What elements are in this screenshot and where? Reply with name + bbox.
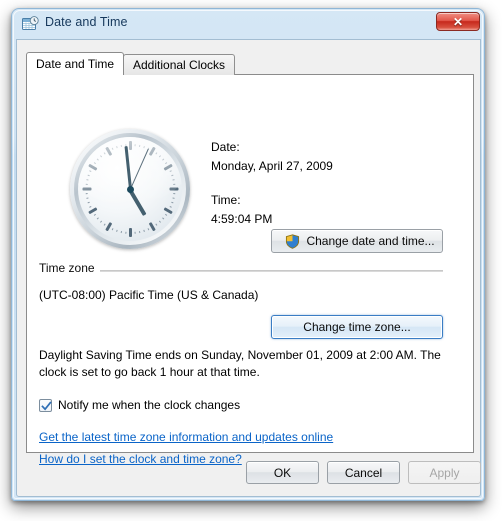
clock-minute-tick <box>99 220 102 223</box>
tab-panel-date-and-time: Date: Monday, April 27, 2009 Time: 4:59:… <box>26 74 474 466</box>
analog-clock <box>70 129 190 249</box>
clock-minute-tick <box>111 228 113 231</box>
daylight-saving-text: Daylight Saving Time ends on Sunday, Nov… <box>39 348 441 379</box>
tab-additional-clocks[interactable]: Additional Clocks <box>123 54 236 75</box>
notify-clock-changes-row[interactable]: Notify me when the clock changes <box>39 398 240 412</box>
button-label: Apply <box>429 465 460 480</box>
clock-minute-tick <box>103 223 106 226</box>
date-value: Monday, April 27, 2009 <box>211 159 333 173</box>
close-button[interactable]: ✕ <box>436 12 480 31</box>
clock-minute-tick <box>133 231 136 234</box>
notify-clock-changes-checkbox[interactable] <box>39 398 52 412</box>
button-label: Change date and time... <box>306 234 435 248</box>
clock-hour-tick <box>128 228 132 237</box>
clock-minute-tick <box>161 217 164 220</box>
uac-shield-icon <box>285 233 300 249</box>
tab-label: Additional Clocks <box>133 58 226 72</box>
clock-minute-tick <box>124 231 127 234</box>
window-title: Date and Time <box>45 15 128 29</box>
clock-minute-tick <box>138 230 140 234</box>
tab-label: Date and Time <box>36 57 115 71</box>
clock-minute-tick <box>154 223 157 226</box>
clock-minute-tick <box>87 201 90 204</box>
link-timezone-updates[interactable]: Get the latest time zone information and… <box>39 430 333 444</box>
title-bar[interactable]: Date and Time ✕ <box>12 9 484 39</box>
clock-minute-tick <box>147 228 149 231</box>
button-label: OK <box>273 465 292 480</box>
date-label: Date: <box>211 140 240 154</box>
time-value: 4:59:04 PM <box>211 212 273 226</box>
clock-minute-tick <box>164 213 167 216</box>
time-zone-group-label: Time zone <box>39 261 100 275</box>
clock-minute-tick <box>142 229 145 232</box>
apply-button: Apply <box>408 461 481 484</box>
clock-minute-tick <box>120 230 122 234</box>
clock-minute-tick <box>85 197 89 199</box>
notify-clock-changes-label: Notify me when the clock changes <box>58 398 241 412</box>
dialog-client-area: Date and Time Additional Clocks Date: Mo… <box>16 39 481 497</box>
time-label: Time: <box>211 193 241 207</box>
close-icon: ✕ <box>452 14 464 29</box>
clock-center-hub <box>126 185 134 193</box>
clock-minute-tick <box>171 197 175 199</box>
change-time-zone-button[interactable]: Change time zone... <box>271 315 443 339</box>
clock-face <box>78 137 182 241</box>
time-zone-group-divider <box>39 270 443 272</box>
clock-minute-tick <box>88 206 91 208</box>
date-and-time-dialog: Date and Time ✕ Date and Time Additional… <box>11 8 485 501</box>
clock-minute-tick <box>172 192 175 195</box>
ok-button[interactable]: OK <box>246 461 319 484</box>
button-label: Cancel <box>344 465 383 480</box>
clock-minute-tick <box>115 229 118 232</box>
button-label: Change time zone... <box>303 320 411 334</box>
clock-minute-tick <box>158 220 161 223</box>
clock-minute-tick <box>169 206 172 208</box>
clock-minute-tick <box>93 213 96 216</box>
cancel-button[interactable]: Cancel <box>327 461 400 484</box>
clock-minute-tick <box>96 217 99 220</box>
time-zone-value: (UTC-08:00) Pacific Time (US & Canada) <box>39 288 259 302</box>
date-time-icon <box>22 16 39 33</box>
link-how-do-i-set-clock[interactable]: How do I set the clock and time zone? <box>39 452 242 466</box>
tab-date-and-time[interactable]: Date and Time <box>26 52 125 75</box>
clock-minute-tick <box>170 201 173 204</box>
change-date-and-time-button[interactable]: Change date and time... <box>271 229 443 253</box>
tab-strip: Date and Time Additional Clocks <box>26 52 474 75</box>
